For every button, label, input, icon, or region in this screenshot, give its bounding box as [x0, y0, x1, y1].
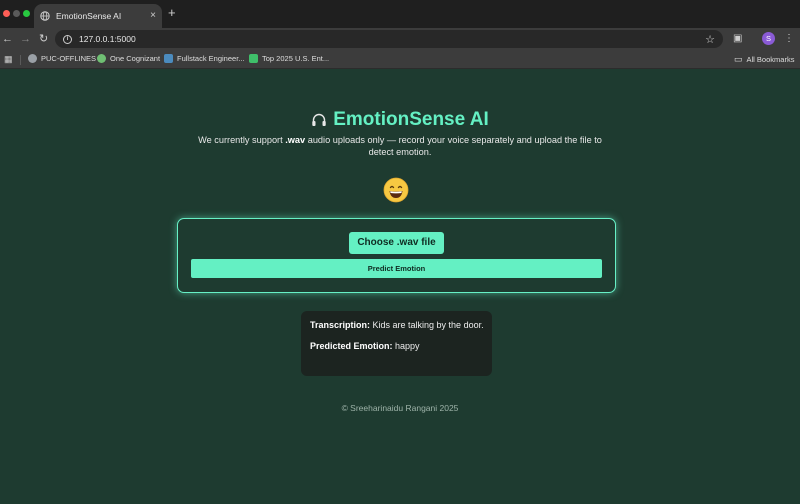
- bookmark-label: One Cognizant: [110, 54, 161, 63]
- footer-copyright: © Sreeharinaidu Rangani 2025: [341, 403, 459, 413]
- choose-file-button[interactable]: Choose .wav file: [349, 232, 444, 254]
- bookmark-one-cognizant[interactable]: One Cognizant: [97, 54, 160, 63]
- tab-strip: EmotionSense AI × +: [0, 0, 800, 28]
- apps-grid-icon[interactable]: ▦: [4, 54, 13, 65]
- bookmark-star-icon[interactable]: ☆: [705, 33, 715, 46]
- back-arrow-icon[interactable]: ←: [2, 32, 13, 46]
- cast-icon[interactable]: ▣: [733, 32, 742, 46]
- cognizant-icon: [97, 54, 106, 63]
- bookmarks-bar: ▦ PUC-OFFLINES One Cognizant Fullstack E…: [0, 51, 800, 69]
- python-icon: [164, 54, 173, 63]
- maximize-window-button[interactable]: [23, 10, 30, 17]
- bookmark-label: Top 2025 U.S. Ent...: [262, 54, 330, 63]
- transcription-value: Kids are talking by the door.: [370, 320, 484, 330]
- grinning-face-emoji-icon: [383, 177, 409, 203]
- result-panel: Transcription: Kids are talking by the d…: [301, 311, 492, 376]
- headphones-icon: [311, 111, 327, 133]
- transcription-row: Transcription: Kids are talking by the d…: [310, 320, 492, 331]
- bookmarks-divider: [20, 55, 21, 65]
- subtitle-text-post: audio uploads only — record your voice s…: [305, 135, 602, 157]
- bookmark-site-icon: [249, 54, 258, 63]
- globe-icon: [40, 11, 50, 21]
- app-title-text: EmotionSense AI: [333, 109, 489, 130]
- minimize-window-button[interactable]: [13, 10, 20, 17]
- close-window-button[interactable]: [3, 10, 10, 17]
- emotion-row: Predicted Emotion: happy: [310, 341, 492, 352]
- site-info-icon[interactable]: i: [63, 34, 72, 44]
- bookmark-top-2025[interactable]: Top 2025 U.S. Ent...: [249, 54, 329, 63]
- page-content: EmotionSense AI We currently support .wa…: [0, 69, 800, 504]
- bookmark-fullstack-engineer[interactable]: Fullstack Engineer...: [164, 54, 245, 63]
- emotion-value: happy: [392, 341, 420, 351]
- bookmark-label: Fullstack Engineer...: [177, 54, 245, 63]
- folder-icon: ▭: [734, 54, 743, 64]
- page-subtitle: We currently support .wav audio uploads …: [185, 135, 615, 158]
- subtitle-format: .wav: [285, 135, 306, 145]
- subtitle-text-pre: We currently support: [198, 135, 286, 145]
- tab-title: EmotionSense AI: [56, 11, 122, 21]
- globe-icon: [28, 54, 37, 63]
- all-bookmarks-button[interactable]: ▭ All Bookmarks: [734, 54, 794, 65]
- upload-card: Choose .wav file Predict Emotion: [177, 218, 616, 293]
- emotion-label: Predicted Emotion:: [310, 341, 393, 351]
- address-bar[interactable]: i 127.0.0.1:5000 ☆: [55, 30, 723, 48]
- reload-icon[interactable]: ↻: [39, 32, 48, 46]
- bookmark-label: PUC-OFFLINES: [41, 54, 97, 63]
- page-title: EmotionSense AI: [0, 109, 800, 133]
- new-tab-button[interactable]: +: [168, 6, 176, 20]
- bookmark-puc-offlines[interactable]: PUC-OFFLINES: [28, 54, 96, 63]
- all-bookmarks-label: All Bookmarks: [746, 55, 795, 64]
- forward-arrow-icon[interactable]: →: [20, 32, 31, 46]
- profile-avatar[interactable]: S: [762, 32, 775, 45]
- browser-tab[interactable]: EmotionSense AI ×: [34, 4, 162, 28]
- menu-kebab-icon[interactable]: ⋮: [784, 32, 794, 46]
- predict-emotion-button[interactable]: Predict Emotion: [191, 259, 602, 278]
- browser-toolbar: ← → ↻ i 127.0.0.1:5000 ☆ ▣ ⋮: [0, 28, 800, 51]
- transcription-label: Transcription:: [310, 320, 371, 330]
- url-text: 127.0.0.1:5000: [79, 34, 136, 44]
- tab-close-icon[interactable]: ×: [150, 11, 156, 21]
